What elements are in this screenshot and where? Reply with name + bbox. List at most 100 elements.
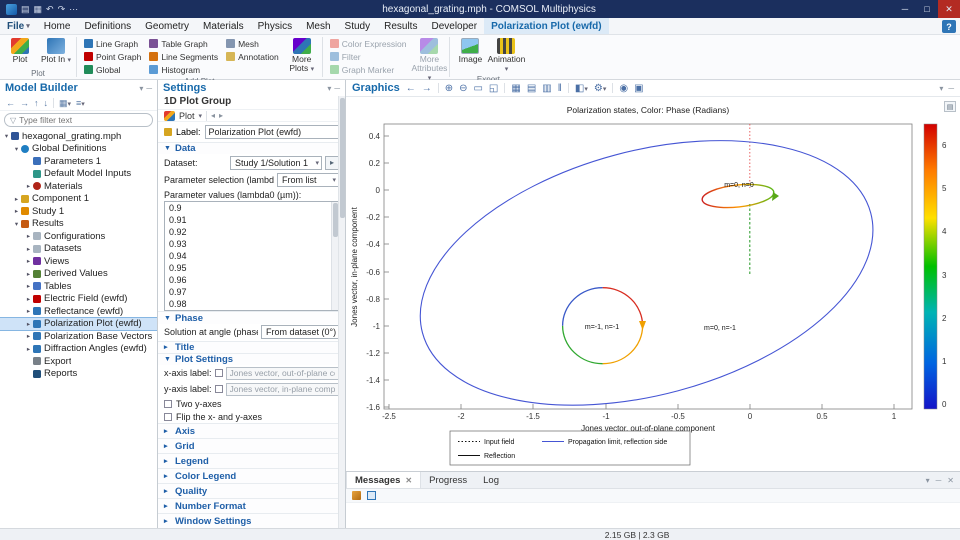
tree-expander[interactable]: ▸: [12, 207, 21, 215]
open-icon[interactable]: ▤: [21, 4, 30, 15]
collapsed-section[interactable]: ▸Grid: [158, 438, 345, 453]
tree-expander[interactable]: ▸: [24, 270, 33, 278]
save-icon[interactable]: ▦: [34, 4, 43, 15]
parameter-value-item[interactable]: 0.9: [165, 202, 331, 214]
panel-close-icon[interactable]: ✕: [947, 476, 954, 485]
ribbon-tab[interactable]: Study: [338, 18, 378, 34]
tree-expander[interactable]: ▸: [12, 195, 21, 203]
go-to-source-button[interactable]: ▸: [325, 156, 339, 170]
forward-arrow-icon[interactable]: →: [422, 83, 432, 94]
y-axis-label-checkbox[interactable]: [215, 385, 223, 393]
tree-expander[interactable]: ▸: [24, 257, 33, 265]
tree-expander[interactable]: ▸: [24, 332, 33, 340]
collapsed-section[interactable]: ▸Window Settings: [158, 513, 345, 528]
print-icon[interactable]: ▣: [634, 83, 643, 94]
image-button[interactable]: Image: [452, 36, 488, 66]
x-axis-label-input[interactable]: [226, 367, 339, 380]
panel-menu-icon[interactable]: ▾: [139, 84, 143, 93]
tree-item[interactable]: ▾ hexagonal_grating.mph: [0, 130, 157, 143]
tree-item[interactable]: ▸ Materials: [0, 180, 157, 193]
ribbon-tab[interactable]: Geometry: [138, 18, 196, 34]
collapsed-section[interactable]: ▸Axis: [158, 423, 345, 438]
tab-messages[interactable]: Messages✕: [346, 472, 421, 488]
tree-item[interactable]: ▸ Diffraction Angles (ewfd): [0, 343, 157, 356]
maximize-button[interactable]: □: [916, 0, 938, 18]
grid-toggle-icon[interactable]: ▤: [527, 83, 536, 94]
tree-expander[interactable]: ▸: [24, 320, 33, 328]
close-button[interactable]: ✕: [938, 0, 960, 18]
panel-collapse-icon[interactable]: ─: [948, 84, 954, 93]
clear-messages-icon[interactable]: [352, 491, 361, 500]
tree-item[interactable]: ▸ Configurations: [0, 230, 157, 243]
model-tree-view-icon[interactable]: ▦▾: [59, 98, 71, 109]
add-plot-item[interactable]: Line Graph: [81, 37, 144, 50]
ribbon-tab[interactable]: Results: [377, 18, 424, 34]
more-attributes-button[interactable]: More Attributes ▾: [411, 36, 447, 84]
redo-icon[interactable]: ↷: [58, 4, 66, 15]
tab-progress[interactable]: Progress: [421, 472, 475, 488]
tree-expander[interactable]: ▾: [12, 145, 21, 153]
plot-dropdown-icon[interactable]: ▾: [199, 112, 203, 120]
section-plot-settings[interactable]: ▼Plot Settings: [158, 353, 345, 365]
add-plot-item[interactable]: Global: [81, 63, 144, 76]
add-plot-item[interactable]: Table Graph: [146, 37, 221, 50]
collapsed-section[interactable]: ▸Legend: [158, 453, 345, 468]
tree-expander[interactable]: ▸: [24, 282, 33, 290]
tree-item[interactable]: ▸ Datasets: [0, 243, 157, 256]
label-input[interactable]: [205, 125, 339, 139]
tree-item[interactable]: ▸ Reflectance (ewfd): [0, 305, 157, 318]
panel-collapse-icon[interactable]: ─: [146, 84, 152, 93]
tree-item[interactable]: ▸ Electric Field (ewfd): [0, 293, 157, 306]
previous-plot-icon[interactable]: ◂: [211, 111, 215, 120]
plot-button[interactable]: Plot: [2, 36, 38, 66]
next-plot-icon[interactable]: ▸: [219, 111, 223, 120]
zoom-in-icon[interactable]: ⊕: [445, 83, 453, 94]
close-tab-icon[interactable]: ✕: [405, 476, 412, 485]
tree-item[interactable]: ▸ Polarization Base Vectors: [0, 330, 157, 343]
attribute-item[interactable]: Graph Marker: [327, 63, 410, 76]
panel-menu-icon[interactable]: ▾: [926, 476, 930, 485]
panel-collapse-icon[interactable]: ─: [334, 84, 340, 93]
panel-collapse-icon[interactable]: ─: [936, 476, 942, 485]
two-y-axes-checkbox[interactable]: [164, 400, 172, 408]
animation-button[interactable]: Animation ▾: [488, 36, 524, 75]
ribbon-tab[interactable]: Physics: [251, 18, 299, 34]
more-plots-button[interactable]: More Plots ▾: [284, 36, 320, 75]
add-plot-item[interactable]: Line Segments: [146, 50, 221, 63]
tree-expander[interactable]: ▸: [24, 345, 33, 353]
plot-canvas[interactable]: Polarization states, Color: Phase (Radia…: [346, 97, 960, 471]
tree-item[interactable]: ▸ Views: [0, 255, 157, 268]
move-up-icon[interactable]: ↑: [34, 98, 39, 108]
quick-access-more-icon[interactable]: ⋯: [69, 4, 78, 15]
move-down-icon[interactable]: ↓: [44, 98, 49, 108]
tree-expander[interactable]: ▾: [12, 220, 21, 228]
parameter-value-item[interactable]: 0.95: [165, 262, 331, 274]
tab-log[interactable]: Log: [475, 472, 507, 488]
tree-item[interactable]: ▾ Global Definitions: [0, 143, 157, 156]
attribute-item[interactable]: Filter: [327, 50, 410, 63]
tree-item[interactable]: Reports: [0, 368, 157, 381]
attribute-item[interactable]: Color Expression: [327, 37, 410, 50]
tree-expander[interactable]: ▸: [24, 295, 33, 303]
y-axis-label-input[interactable]: [226, 383, 339, 396]
tree-item[interactable]: ▸ Derived Values: [0, 268, 157, 281]
tree-item[interactable]: ▸ Component 1: [0, 193, 157, 206]
parameter-value-item[interactable]: 0.94: [165, 250, 331, 262]
collapsed-section[interactable]: ▸Quality: [158, 483, 345, 498]
section-phase[interactable]: ▼Phase: [158, 311, 345, 323]
tree-item[interactable]: Default Model Inputs: [0, 168, 157, 181]
parameter-value-item[interactable]: 0.91: [165, 214, 331, 226]
parameter-value-item[interactable]: 0.98: [165, 298, 331, 310]
add-plot-item[interactable]: Point Graph: [81, 50, 144, 63]
add-plot-item[interactable]: Histogram: [146, 63, 221, 76]
plot-in-button[interactable]: Plot In ▾: [38, 36, 74, 66]
minimize-button[interactable]: ─: [894, 0, 916, 18]
tree-expander[interactable]: ▸: [24, 232, 33, 240]
parameter-value-item[interactable]: 0.92: [165, 226, 331, 238]
scene-settings-icon[interactable]: ⚙▾: [594, 83, 606, 94]
forward-arrow-icon[interactable]: →: [20, 98, 29, 108]
parameter-value-item[interactable]: 0.93: [165, 238, 331, 250]
tree-expander[interactable]: ▸: [24, 245, 33, 253]
tree-expander[interactable]: ▸: [24, 182, 33, 190]
color-theme-icon[interactable]: ◧▾: [575, 83, 588, 94]
